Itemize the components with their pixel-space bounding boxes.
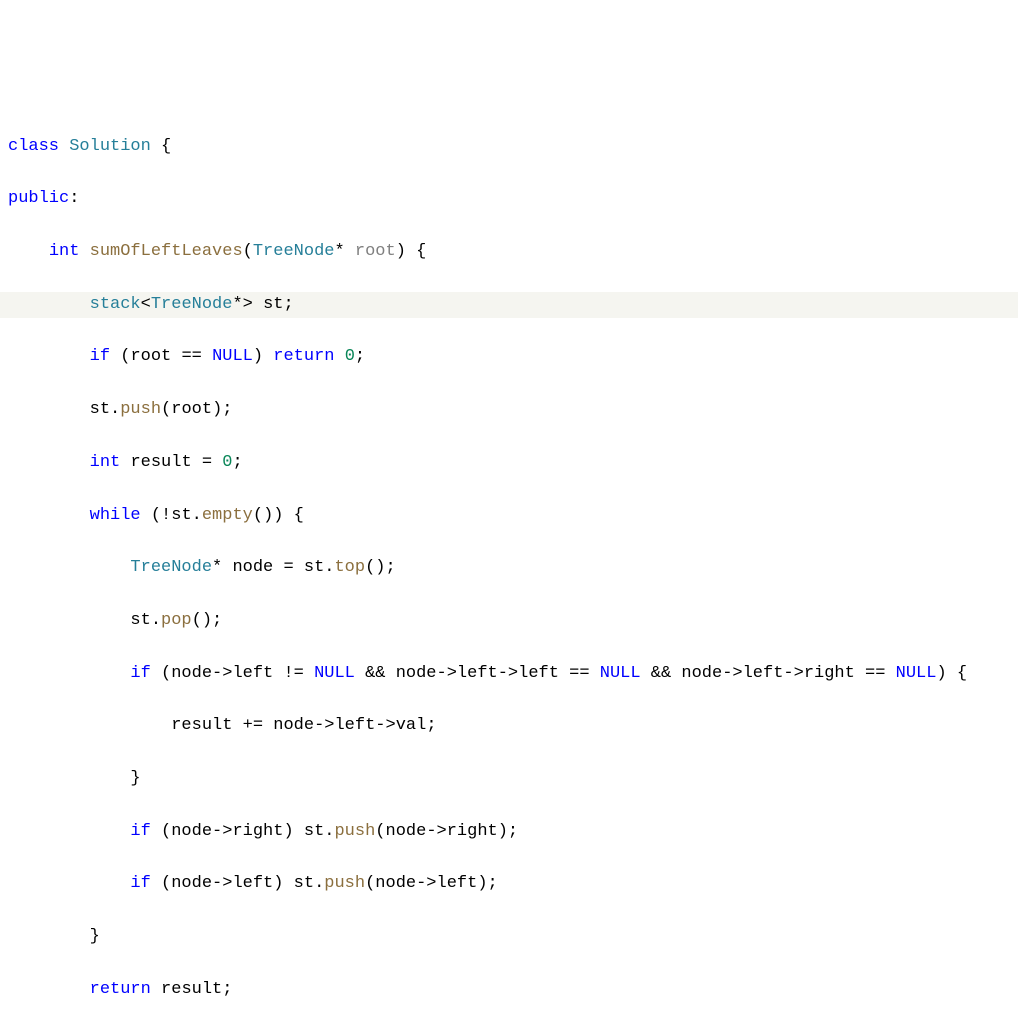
var-root: root bbox=[130, 347, 171, 366]
type-treenode: TreeNode bbox=[151, 295, 233, 314]
num-zero: 0 bbox=[345, 347, 355, 366]
keyword-if: if bbox=[130, 822, 150, 841]
code-line: TreeNode* node = st.top(); bbox=[0, 555, 1018, 581]
var-node: node bbox=[681, 664, 722, 683]
keyword-while: while bbox=[90, 506, 141, 525]
num-zero: 0 bbox=[222, 453, 232, 472]
member-left: left bbox=[232, 874, 273, 893]
code-line: if (root == NULL) return 0; bbox=[0, 344, 1018, 370]
member-left: left bbox=[743, 664, 784, 683]
code-line: if (node->left != NULL && node->left->le… bbox=[0, 661, 1018, 687]
var-node: node bbox=[232, 558, 273, 577]
var-st: st bbox=[130, 611, 150, 630]
var-result: result bbox=[171, 716, 232, 735]
member-left: left bbox=[232, 664, 273, 683]
func-push: push bbox=[324, 874, 365, 893]
keyword-public: public bbox=[8, 189, 69, 208]
var-st: st bbox=[90, 400, 110, 419]
var-st: st bbox=[263, 295, 283, 314]
keyword-return: return bbox=[90, 980, 151, 999]
var-st: st bbox=[304, 822, 324, 841]
code-line: public: bbox=[0, 186, 1018, 212]
code-line: result += node->left->val; bbox=[0, 713, 1018, 739]
null-literal: NULL bbox=[896, 664, 937, 683]
func-name: sumOfLeftLeaves bbox=[90, 242, 243, 261]
null-literal: NULL bbox=[212, 347, 253, 366]
func-push: push bbox=[334, 822, 375, 841]
code-line: class Solution { bbox=[0, 134, 1018, 160]
code-line: return result; bbox=[0, 977, 1018, 1003]
var-st: st bbox=[304, 558, 324, 577]
var-result: result bbox=[161, 980, 222, 999]
func-top: top bbox=[334, 558, 365, 577]
var-node: node bbox=[273, 716, 314, 735]
null-literal: NULL bbox=[600, 664, 641, 683]
var-node: node bbox=[171, 664, 212, 683]
keyword-return: return bbox=[273, 347, 334, 366]
param-root: root bbox=[355, 242, 396, 261]
func-empty: empty bbox=[202, 506, 253, 525]
func-pop: pop bbox=[161, 611, 192, 630]
keyword-int: int bbox=[49, 242, 80, 261]
var-node: node bbox=[396, 664, 437, 683]
var-node: node bbox=[171, 822, 212, 841]
code-line: int result = 0; bbox=[0, 450, 1018, 476]
member-val: val bbox=[396, 716, 427, 735]
code-line-highlight: stack<TreeNode*> st; bbox=[0, 292, 1018, 318]
keyword-int: int bbox=[90, 453, 121, 472]
var-st: st bbox=[294, 874, 314, 893]
var-st: st bbox=[171, 506, 191, 525]
var-node: node bbox=[375, 874, 416, 893]
code-line: st.push(root); bbox=[0, 397, 1018, 423]
code-line: while (!st.empty()) { bbox=[0, 503, 1018, 529]
member-left: left bbox=[518, 664, 559, 683]
member-right: right bbox=[447, 822, 498, 841]
code-line: int sumOfLeftLeaves(TreeNode* root) { bbox=[0, 239, 1018, 265]
var-node: node bbox=[386, 822, 427, 841]
keyword-if: if bbox=[130, 664, 150, 683]
type-treenode: TreeNode bbox=[130, 558, 212, 577]
var-result: result bbox=[130, 453, 191, 472]
code-line: if (node->right) st.push(node->right); bbox=[0, 819, 1018, 845]
func-push: push bbox=[120, 400, 161, 419]
code-line: if (node->left) st.push(node->left); bbox=[0, 871, 1018, 897]
keyword-if: if bbox=[130, 874, 150, 893]
member-left: left bbox=[334, 716, 375, 735]
type-solution: Solution bbox=[69, 137, 151, 156]
code-block: class Solution { public: int sumOfLeftLe… bbox=[0, 105, 1018, 1026]
type-stack: stack bbox=[90, 295, 141, 314]
member-left: left bbox=[437, 874, 478, 893]
member-right: right bbox=[232, 822, 283, 841]
keyword-class: class bbox=[8, 137, 59, 156]
code-line: st.pop(); bbox=[0, 608, 1018, 634]
member-left: left bbox=[457, 664, 498, 683]
null-literal: NULL bbox=[314, 664, 355, 683]
type-treenode: TreeNode bbox=[253, 242, 335, 261]
keyword-if: if bbox=[90, 347, 110, 366]
member-right: right bbox=[804, 664, 855, 683]
code-line: } bbox=[0, 924, 1018, 950]
var-node: node bbox=[171, 874, 212, 893]
code-line: } bbox=[0, 766, 1018, 792]
var-root: root bbox=[171, 400, 212, 419]
